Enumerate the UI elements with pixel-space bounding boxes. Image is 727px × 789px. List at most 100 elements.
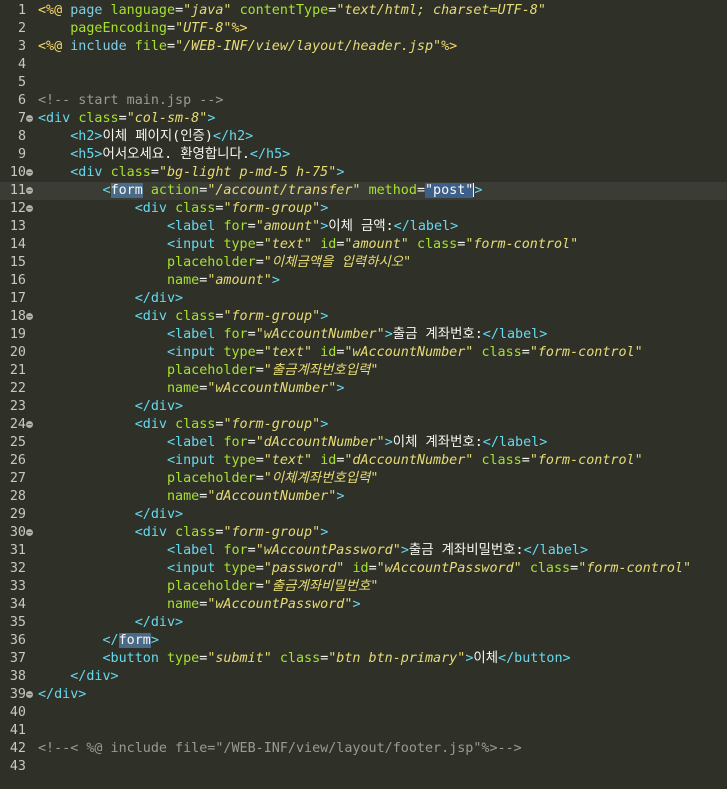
code-token: "wAccountPassword" xyxy=(207,597,353,612)
code-token: type xyxy=(223,345,256,360)
code-token: = xyxy=(150,165,159,180)
code-token: <div xyxy=(70,165,111,180)
code-line[interactable]: 4 xyxy=(0,56,727,74)
code-line[interactable]: 30 <div class="form-group"> xyxy=(0,524,727,542)
code-token: > xyxy=(400,543,409,558)
code-line[interactable]: 16 name="amount"> xyxy=(0,272,727,290)
code-line[interactable]: 43 xyxy=(0,758,727,776)
code-line[interactable]: 15 placeholder="이체금액을 입력하시오" xyxy=(0,254,727,272)
code-token: "wAccountPassword" xyxy=(376,561,522,576)
code-editor[interactable]: 1 <%@ page language="java" contentType="t… xyxy=(0,0,727,789)
code-token: type xyxy=(223,453,256,468)
code-line[interactable]: 17 </div> xyxy=(0,290,727,308)
code-line[interactable]: 40 xyxy=(0,704,727,722)
code-token: form xyxy=(118,633,151,648)
code-line[interactable]: 2 pageEncoding="UTF-8"%> xyxy=(0,20,727,38)
code-token: < xyxy=(102,183,111,198)
code-token: = xyxy=(247,219,256,234)
line-number: 38 xyxy=(9,669,26,684)
code-text: <!--< %@ include file="/WEB-INF/view/lay… xyxy=(38,740,522,758)
code-line[interactable]: 29 </div> xyxy=(0,506,727,524)
code-token: "amount" xyxy=(207,273,272,288)
code-line[interactable]: 38 </div> xyxy=(0,668,727,686)
code-line[interactable]: 8 <h2>이체 페이지(인증)</h2> xyxy=(0,128,727,146)
code-line[interactable]: 36 </form> xyxy=(0,632,727,650)
code-token: <input xyxy=(167,345,224,360)
code-line[interactable]: 26 <input type="text" id="dAccountNumber… xyxy=(0,452,727,470)
code-token: class xyxy=(110,165,151,180)
line-number: 40 xyxy=(9,705,26,720)
code-token: > xyxy=(320,525,329,540)
code-line[interactable]: 24 <div class="form-group"> xyxy=(0,416,727,434)
code-line[interactable]: 42 <!--< %@ include file="/WEB-INF/view/l… xyxy=(0,740,727,758)
code-line[interactable]: 18 <div class="form-group"> xyxy=(0,308,727,326)
code-line[interactable]: 23 </div> xyxy=(0,398,727,416)
fold-toggle-icon[interactable] xyxy=(26,529,33,536)
code-line[interactable]: 28 name="dAccountNumber"> xyxy=(0,488,727,506)
code-line[interactable]: 11 <form action = "/account/transfer" meth… xyxy=(0,182,727,200)
code-line[interactable]: 21 placeholder="출금계좌번호입력" xyxy=(0,362,727,380)
line-number: 18 xyxy=(9,309,26,324)
fold-toggle-icon[interactable] xyxy=(26,187,33,194)
code-line[interactable]: 9 <h5>어서오세요. 환영합니다.</h5> xyxy=(0,146,727,164)
code-line[interactable]: 1 <%@ page language="java" contentType="t… xyxy=(0,2,727,20)
fold-toggle-icon[interactable] xyxy=(26,115,33,122)
code-line[interactable]: 20 <input type="text" id="wAccountNumber… xyxy=(0,344,727,362)
code-line[interactable]: 39 </div> xyxy=(0,686,727,704)
code-token: </h2> xyxy=(212,129,254,144)
code-line[interactable]: 37 <button type="submit" class="btn btn-… xyxy=(0,650,727,668)
code-text: </div> xyxy=(38,668,118,686)
code-token: form xyxy=(110,183,143,198)
code-line[interactable]: 13 <label for="amount">이체 금액:</label> xyxy=(0,218,727,236)
code-text: <input type="text" id="dAccountNumber" c… xyxy=(38,452,643,470)
code-line[interactable]: 6 <!-- start main.jsp --> xyxy=(0,92,727,110)
code-text: placeholder="출금계좌비밀번호" xyxy=(38,578,378,596)
fold-toggle-icon[interactable] xyxy=(26,313,33,320)
code-line[interactable]: 12 <div class="form-group"> xyxy=(0,200,727,218)
code-token: "dAccountNumber" xyxy=(207,489,337,504)
code-token: = xyxy=(570,561,579,576)
code-token: <label xyxy=(167,327,224,342)
code-token: "form-control" xyxy=(529,453,643,468)
code-line[interactable]: 27 placeholder="이체계좌번호입력" xyxy=(0,470,727,488)
fold-toggle-icon[interactable] xyxy=(26,691,33,698)
code-text: <label for="amount">이체 금액:</label> xyxy=(38,218,458,236)
code-line[interactable]: 22 name="wAccountNumber"> xyxy=(0,380,727,398)
code-line[interactable]: 33 placeholder="출금계좌비밀번호" xyxy=(0,578,727,596)
fold-toggle-icon[interactable] xyxy=(26,205,33,212)
code-line[interactable]: 5 xyxy=(0,74,727,92)
code-token: class xyxy=(481,345,522,360)
code-token: class xyxy=(481,453,522,468)
code-token: </ xyxy=(102,633,119,648)
code-token: <h2> xyxy=(70,129,103,144)
code-token: placeholder xyxy=(167,255,256,270)
code-token: class xyxy=(529,561,571,576)
code-line[interactable]: 32 <input type="password" id="wAccountPa… xyxy=(0,560,727,578)
code-line[interactable]: 14 <input type="text" id="amount" class=… xyxy=(0,236,727,254)
line-number: 20 xyxy=(9,345,26,360)
code-line[interactable]: 34 name="wAccountPassword"> xyxy=(0,596,727,614)
fold-toggle-icon[interactable] xyxy=(26,421,33,428)
code-token: <h5> xyxy=(70,147,103,162)
code-line[interactable]: 3 <%@ include file="/WEB-INF/view/layout/… xyxy=(0,38,727,56)
code-line[interactable]: 7 <div class="col-sm-8"> xyxy=(0,110,727,128)
line-number: 17 xyxy=(9,291,26,306)
code-token: "이체계좌번호입력" xyxy=(263,471,379,486)
code-line[interactable]: 35 </div> xyxy=(0,614,727,632)
fold-toggle-icon[interactable] xyxy=(26,169,33,176)
code-line[interactable]: 31 <label for="wAccountPassword">출금 계좌비밀… xyxy=(0,542,727,560)
code-line[interactable]: 10 <div class="bg-light p-md-5 h-75"> xyxy=(0,164,727,182)
code-line[interactable]: 19 <label for="wAccountNumber">출금 계좌번호:<… xyxy=(0,326,727,344)
code-token: "form-group" xyxy=(223,525,321,540)
code-line[interactable]: 25 <label for="dAccountNumber">이체 계좌번호:<… xyxy=(0,434,727,452)
code-token: %> xyxy=(441,39,458,54)
code-token: "text" xyxy=(263,453,313,468)
code-token: for xyxy=(223,435,248,450)
code-token: = xyxy=(521,345,530,360)
code-text: <div class="form-group"> xyxy=(38,200,329,218)
code-line[interactable]: 41 xyxy=(0,722,727,740)
code-token: <%@ xyxy=(38,3,71,18)
